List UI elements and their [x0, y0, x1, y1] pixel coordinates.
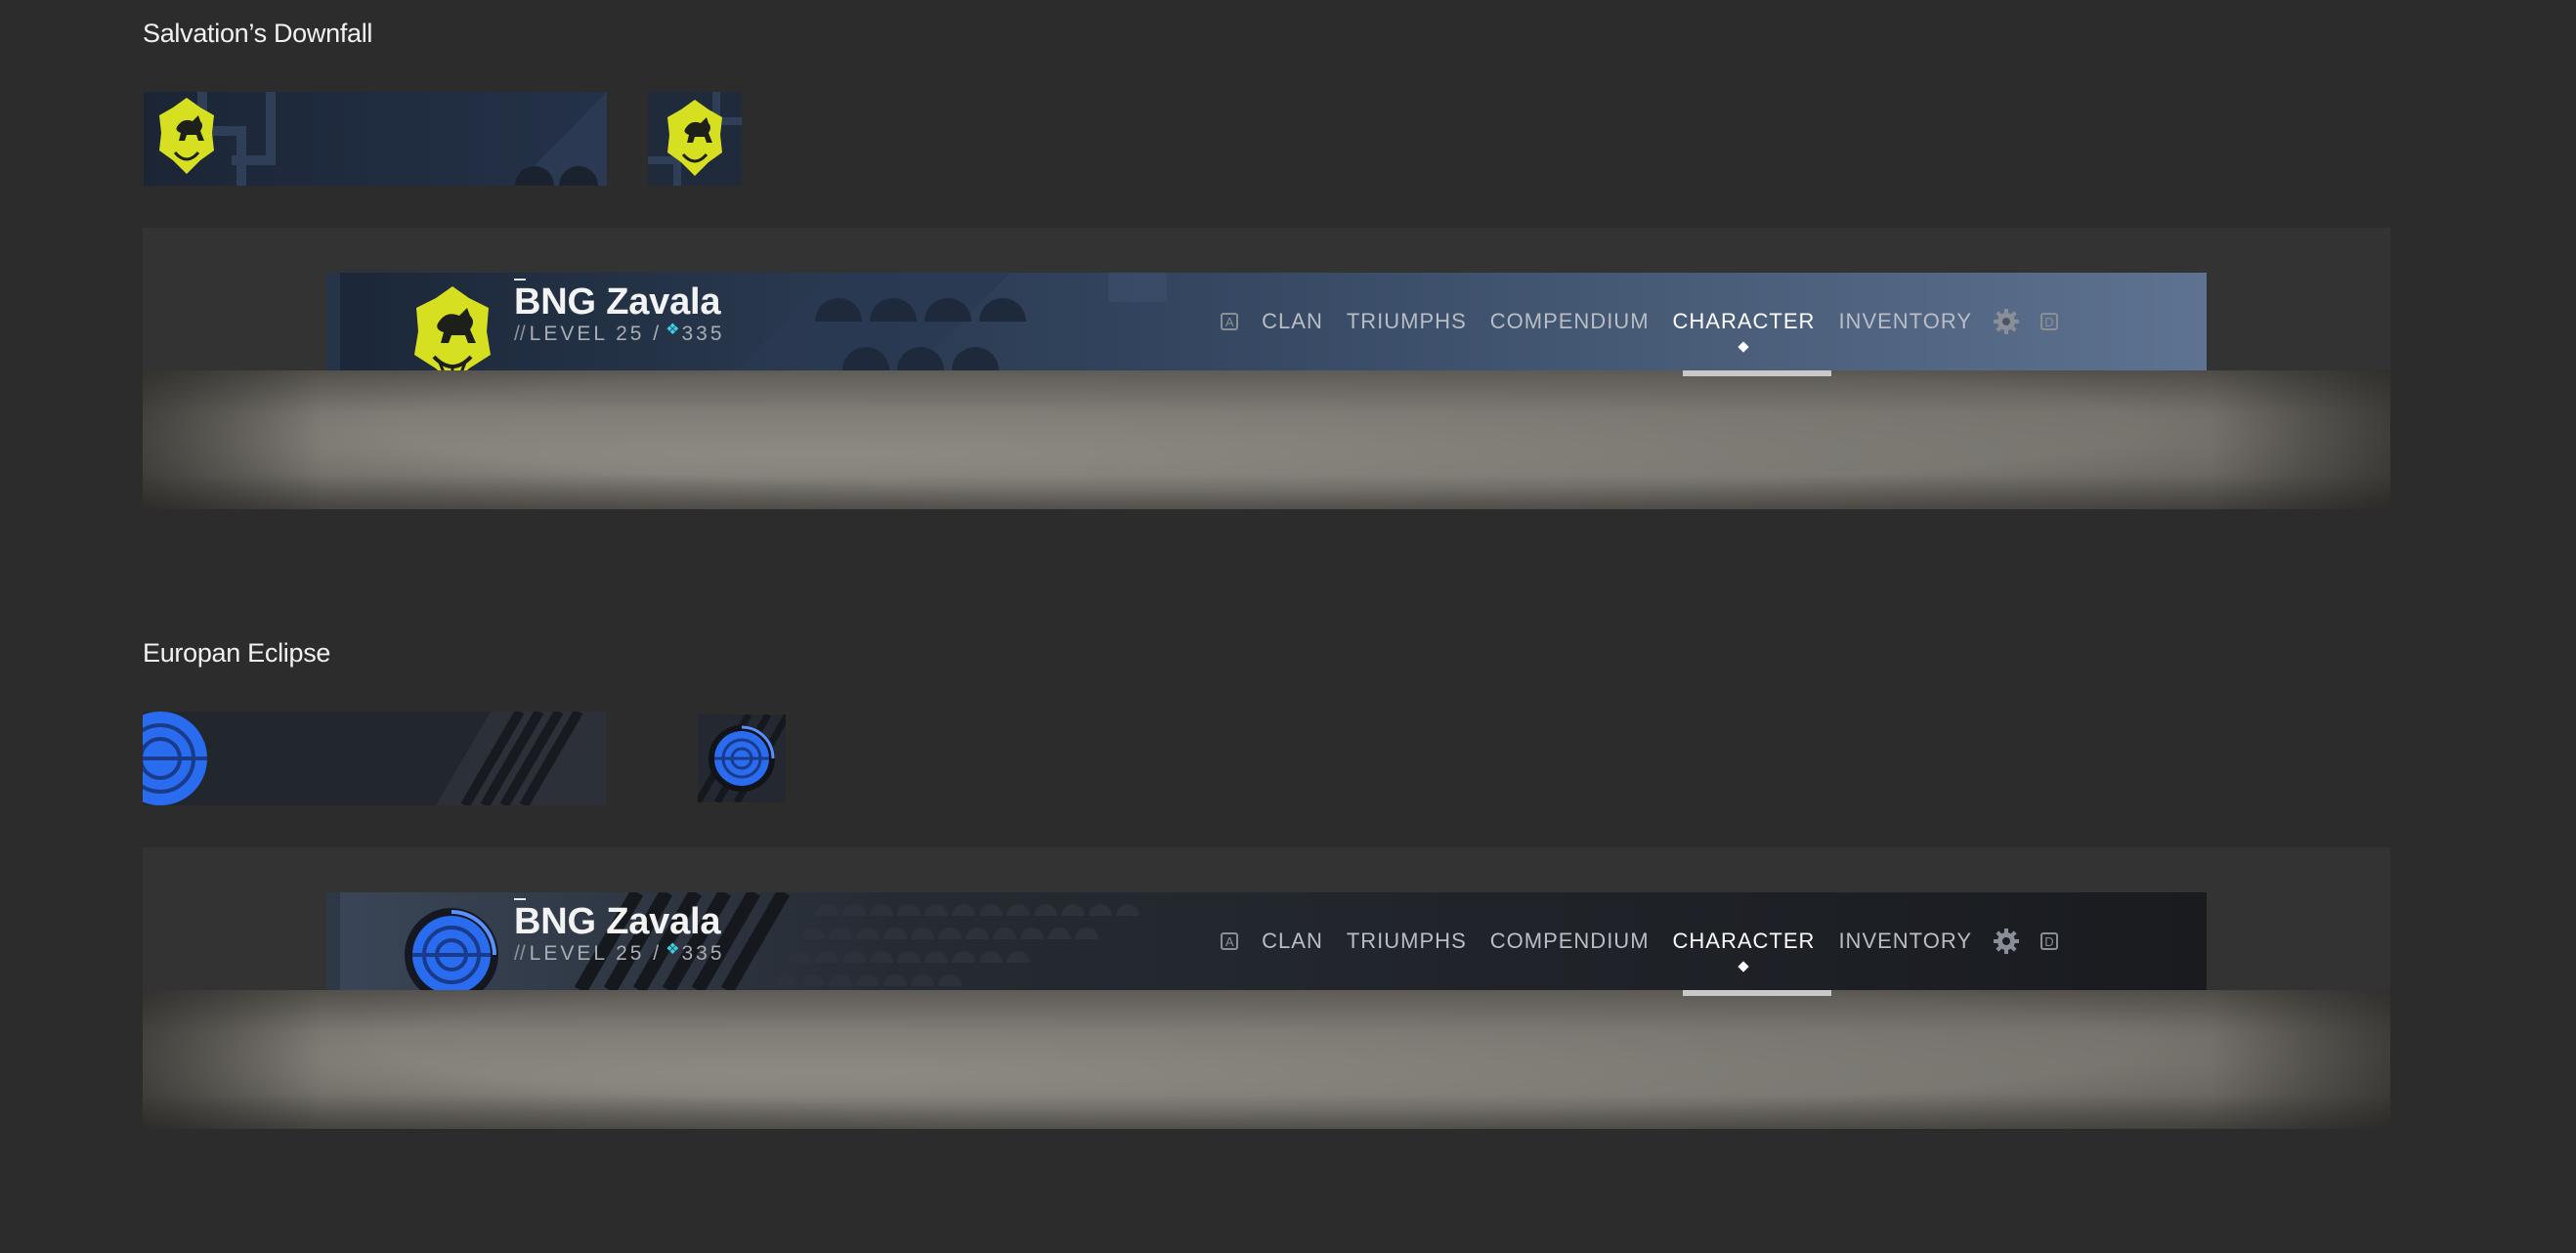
light-level: 335: [681, 942, 725, 965]
light-diamond-icon: ❖: [665, 322, 680, 338]
key-hint-a[interactable]: A: [1221, 932, 1239, 950]
key-hint-d[interactable]: D: [2040, 932, 2058, 950]
nameplate-banner: BNG Zavala //LEVEL 25 /❖335 A CLAN TRIUM…: [326, 892, 2207, 990]
tab-inventory[interactable]: INVENTORY: [1826, 273, 1984, 370]
player-level-line: //LEVEL 25 /❖335: [514, 320, 725, 345]
tab-triumphs[interactable]: TRIUMPHS: [1335, 273, 1479, 370]
section-title: Salvation’s Downfall: [143, 19, 373, 48]
concentric-orb-icon: [405, 906, 498, 990]
player-name: BNG Zavala: [514, 901, 721, 942]
banner-thumbnail-wide[interactable]: [143, 712, 606, 805]
light-diamond-icon: ❖: [665, 941, 680, 958]
level-prefix: //: [514, 323, 526, 345]
stone-background: [143, 990, 2390, 1129]
nav-bar: A CLAN TRIUMPHS COMPENDIUM CHARACTER INV…: [1209, 273, 2070, 370]
winged-lion-icon: [408, 286, 496, 370]
tab-clan[interactable]: CLAN: [1250, 273, 1335, 370]
tab-character[interactable]: CHARACTER: [1661, 892, 1827, 990]
player-info: BNG Zavala //LEVEL 25 /❖335: [514, 279, 725, 345]
level-label: LEVEL 25 /: [529, 942, 663, 965]
active-diamond-icon: [1738, 961, 1750, 972]
title-dash: [514, 898, 526, 900]
key-hint-a[interactable]: A: [1221, 313, 1239, 330]
tab-clan[interactable]: CLAN: [1250, 892, 1335, 990]
key-hint-d[interactable]: D: [2040, 313, 2058, 330]
tab-compendium[interactable]: COMPENDIUM: [1479, 273, 1661, 370]
player-level-line: //LEVEL 25 /❖335: [514, 939, 725, 965]
light-level: 335: [681, 323, 725, 345]
section-title: Europan Eclipse: [143, 638, 331, 668]
nameplate-preview: BNG Zavala //LEVEL 25 /❖335 A CLAN TRIUM…: [143, 228, 2390, 509]
nameplate-preview: BNG Zavala //LEVEL 25 /❖335 A CLAN TRIUM…: [143, 847, 2390, 1129]
player-info: BNG Zavala //LEVEL 25 /❖335: [514, 898, 725, 965]
tab-character[interactable]: CHARACTER: [1661, 273, 1827, 370]
active-tab-underline: [1683, 990, 1831, 996]
tab-triumphs[interactable]: TRIUMPHS: [1335, 892, 1479, 990]
emblem-thumbnail-small[interactable]: [648, 92, 742, 186]
level-label: LEVEL 25 /: [529, 323, 663, 345]
level-prefix: //: [514, 942, 526, 965]
gear-icon[interactable]: [1992, 927, 2021, 956]
tab-inventory[interactable]: INVENTORY: [1826, 892, 1984, 990]
nav-bar: A CLAN TRIUMPHS COMPENDIUM CHARACTER INV…: [1209, 892, 2070, 990]
emblem-thumbnail-small[interactable]: [698, 714, 786, 802]
gear-icon[interactable]: [1992, 307, 2021, 336]
banner-thumbnail-wide[interactable]: [144, 92, 607, 186]
title-dash: [514, 279, 526, 281]
active-tab-underline: [1683, 370, 1831, 376]
tab-compendium[interactable]: COMPENDIUM: [1479, 892, 1661, 990]
active-diamond-icon: [1738, 341, 1750, 353]
nameplate-banner: BNG Zavala //LEVEL 25 /❖335 A CLAN TRIUM…: [326, 273, 2207, 370]
stone-background: [143, 370, 2390, 509]
player-name: BNG Zavala: [514, 281, 721, 323]
